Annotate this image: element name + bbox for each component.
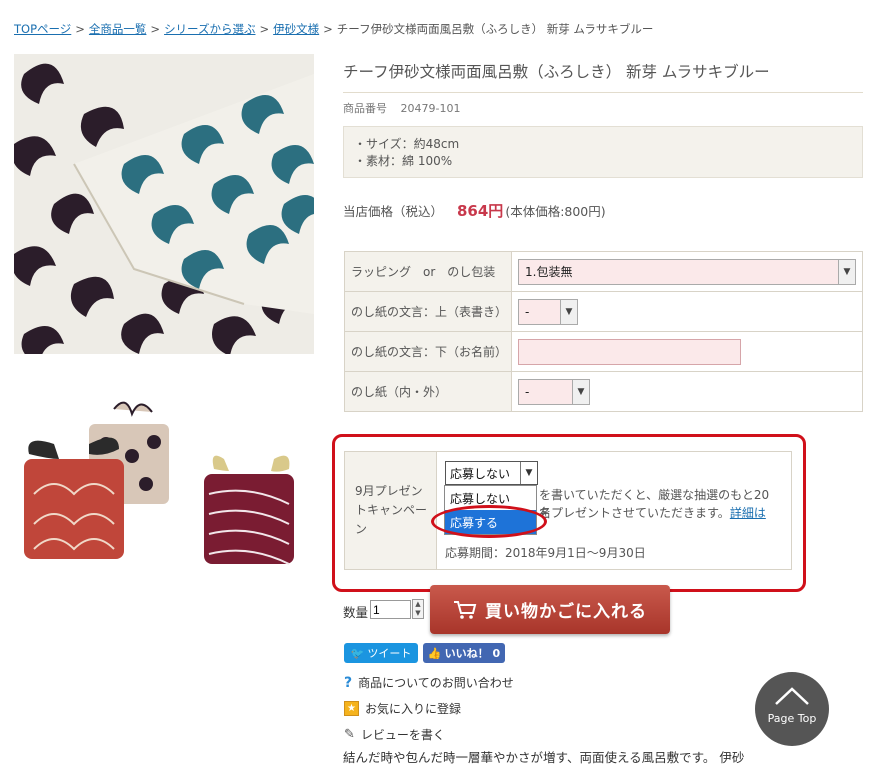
chevron-up-icon [775,687,809,705]
product-description: 結んだ時や包んだ時一層華やかさが増す、両面使える風呂敷です。 伊砂 [343,750,745,765]
breadcrumb-current: チーフ伊砂文様両面風呂敷（ふろしき） 新芽 ムラサキブルー [336,22,654,36]
noshi-bottom-input[interactable] [518,338,741,365]
sku-label: 商品番号 [343,102,387,115]
like-label: いいね！ 0 [444,647,501,660]
chevron-down-icon: ▼ [838,259,855,284]
chevron-down-icon: ▼ [572,379,589,404]
price-value: 864円 [457,202,504,220]
spec-material: ・素材：綿 100% [354,154,453,168]
wrapping-label: ラッピング or のし包装 [344,251,512,292]
product-spec-box: ・サイズ：約48cm ・素材：綿 100% [343,126,863,178]
inquiry-link-row[interactable]: ? 商品についてのお問い合わせ [344,674,514,691]
campaign-text-line2: をプレゼントさせていただきます。 [539,506,730,520]
product-sku: 商品番号 20479-101 [343,100,460,116]
quantity-stepper[interactable]: ▲ ▼ [412,599,424,619]
page-top-button[interactable]: Page Top [755,672,829,746]
product-image-wrapped[interactable] [14,364,314,664]
campaign-select[interactable]: 応募しない ▼ [445,461,538,485]
price-row: 当店価格（税込） 864円 (本体価格:800円) [343,200,606,221]
campaign-text-2: をプレゼントさせていただきます。詳細は [539,504,779,522]
chevron-down-icon: ▼ [560,299,577,324]
breadcrumb-separator: > [75,22,85,36]
review-link-row[interactable]: ✎ レビューを書く [344,726,445,743]
campaign-period: 応募期間：2018年9月1日～9月30日 [445,546,646,560]
add-to-cart-button[interactable]: 買い物かごに入れる [430,585,670,634]
wrapping-select-value: 1.包装無 [525,265,573,279]
page-top-label: Page Top [767,712,817,725]
inquiry-link[interactable]: 商品についてのお問い合わせ [358,674,514,691]
breadcrumb-separator: > [150,22,161,36]
question-icon: ? [344,674,353,691]
chevron-down-icon: ▼ [520,462,537,484]
price-note: (本体価格:800円) [505,204,606,219]
noshi-top-label: のし紙の文言：上（表書き） [344,291,512,332]
noshi-bottom-label: のし紙の文言：下（お名前） [344,331,512,372]
add-to-cart-label: 買い物かごに入れる [485,602,647,622]
highlight-ellipse [431,505,547,538]
breadcrumb-link-series[interactable]: シリーズから選ぶ [164,22,255,36]
campaign-details-link[interactable]: 詳細は [730,506,766,520]
product-title: チーフ伊砂文様両面風呂敷（ふろしき） 新芽 ムラサキブルー [343,60,863,93]
noshi-type-select-value: - [525,384,530,399]
pencil-icon: ✎ [344,727,355,742]
campaign-select-value: 応募しない [450,466,511,481]
breadcrumb: TOPページ > 全商品一覧 > シリーズから選ぶ > 伊砂文様 > チーフ伊砂文様両面風呂敷（… [14,21,653,37]
sku-value: 20479-101 [400,102,461,115]
price-label: 当店価格（税込） [343,204,444,219]
breadcrumb-separator: > [259,22,270,36]
star-icon: ★ [344,701,359,716]
campaign-label: 9月プレゼントキャンペーン [345,452,437,569]
furoshiki-pattern-image [14,54,314,354]
campaign-table: 9月プレゼントキャンペーン 応募しない ▼ を書いていただくと、厳選な抽選のもと… [344,451,792,570]
breadcrumb-link-all-products[interactable]: 全商品一覧 [89,22,147,36]
review-link[interactable]: レビューを書く [361,726,445,743]
wrapping-select[interactable]: 1.包装無 ▼ [518,258,856,285]
tweet-label: ツイート [367,647,412,660]
breadcrumb-link-top[interactable]: TOPページ [14,22,71,36]
favorite-link[interactable]: お気に入りに登録 [365,700,461,717]
quantity-input[interactable] [370,600,411,619]
thumbs-up-icon: 👍 [427,646,442,660]
product-image-main[interactable] [14,54,314,354]
noshi-top-select-value: - [525,304,530,319]
noshi-top-select[interactable]: - ▼ [518,298,578,325]
twitter-bird-icon: 🐦 [350,646,365,660]
spec-size: ・サイズ：約48cm [354,137,460,151]
breadcrumb-separator: > [323,22,333,36]
noshi-type-label: のし紙（内・外） [344,371,512,412]
tweet-button[interactable]: 🐦 ツイート [344,643,418,663]
facebook-like-button[interactable]: 👍 いいね！ 0 [423,643,505,663]
wrapped-gifts-image [14,364,314,664]
cart-icon [454,600,477,619]
options-table: ラッピング or のし包装 1.包装無 ▼ のし紙の文言：上（表書き） - ▼ … [344,251,863,412]
quantity-label: 数量 [343,605,369,620]
favorite-link-row[interactable]: ★ お気に入りに登録 [344,700,461,717]
noshi-type-select[interactable]: - ▼ [518,378,590,405]
breadcrumb-link-isa[interactable]: 伊砂文様 [273,22,319,36]
